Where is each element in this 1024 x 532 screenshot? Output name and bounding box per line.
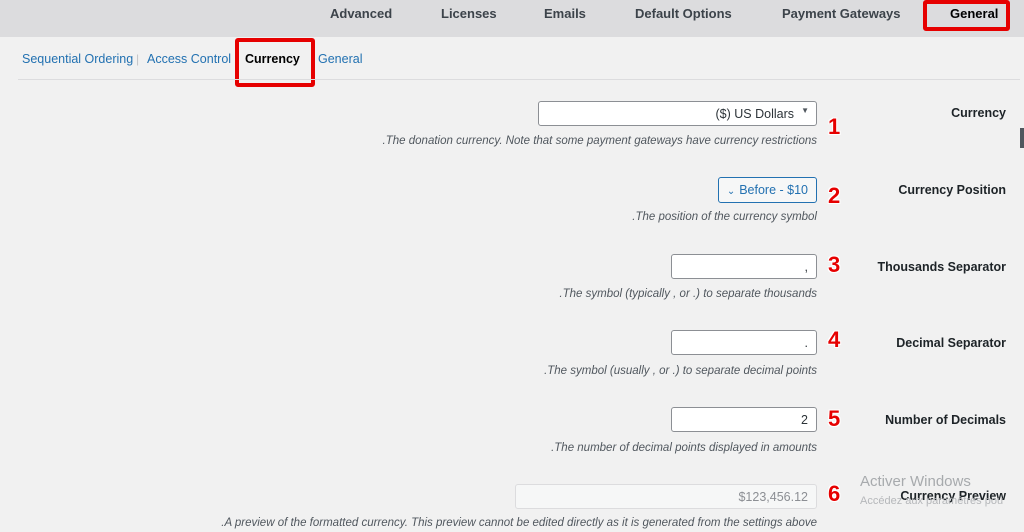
scrollbar-thumb[interactable] [1020, 128, 1024, 148]
tab-default-options[interactable]: Default Options [635, 6, 732, 21]
currency-preview-value: $123,456.12 [738, 490, 808, 504]
currency-select[interactable]: ($) US Dollars ▼ [538, 101, 817, 126]
decimal-separator-value: . [804, 336, 808, 350]
windows-activation-subtext: Accédez aux paramètres pou [860, 495, 1004, 507]
annotation-marker-2: 2 [828, 183, 841, 208]
chevron-down-icon: ⌄ [726, 186, 736, 197]
currency-preview-field: $123,456.12 [515, 484, 817, 509]
currency-position-select[interactable]: ⌄ Before - $10 [717, 177, 817, 203]
currency-position-value: Before - $10 [739, 183, 808, 197]
tab-advanced[interactable]: Advanced [330, 6, 392, 21]
highlight-general-tab [923, 0, 1010, 31]
currency-select-value: ($) US Dollars [715, 107, 795, 121]
subnav-separator: | [136, 52, 140, 66]
top-tab-bar: Advanced Licenses Emails Default Options… [0, 0, 1024, 37]
tab-licenses[interactable]: Licenses [441, 6, 497, 21]
divider [18, 79, 1020, 80]
currency-description: .The donation currency. Note that some p… [382, 135, 817, 147]
currency-preview-description: .A preview of the formatted currency. Th… [221, 517, 817, 529]
number-of-decimals-input[interactable]: 2 [671, 407, 817, 432]
decimal-separator-input[interactable]: . [671, 330, 817, 355]
thousands-separator-description: .The symbol (typically , or .) to separa… [559, 288, 817, 300]
annotation-marker-4: 4 [828, 327, 841, 352]
currency-position-label: Currency Position [898, 183, 1006, 197]
currency-position-description: .The position of the currency symbol [632, 211, 817, 223]
currency-label: Currency [951, 106, 1006, 120]
number-of-decimals-description: .The number of decimal points displayed … [551, 442, 817, 454]
annotation-marker-6: 6 [828, 481, 841, 506]
number-of-decimals-label: Number of Decimals [885, 413, 1006, 427]
subnav-sequential-ordering[interactable]: Sequential Ordering [22, 52, 133, 66]
sub-navigation: Sequential Ordering | Access Control Cur… [0, 37, 1024, 81]
subnav-access-control[interactable]: Access Control [147, 52, 231, 66]
number-of-decimals-value: 2 [801, 413, 808, 427]
caret-down-icon: ▼ [801, 106, 809, 115]
thousands-separator-input[interactable]: , [671, 254, 817, 279]
annotation-marker-3: 3 [828, 252, 841, 277]
decimal-separator-description: .The symbol (usually , or .) to separate… [544, 365, 817, 377]
thousands-separator-value: , [804, 260, 808, 274]
subnav-general[interactable]: General [318, 52, 362, 66]
windows-activation-watermark: Activer Windows [860, 473, 971, 490]
annotation-marker-5: 5 [828, 406, 841, 431]
tab-payment-gateways[interactable]: Payment Gateways [782, 6, 901, 21]
annotation-marker-1: 1 [828, 114, 841, 139]
thousands-separator-label: Thousands Separator [877, 260, 1007, 274]
tab-emails[interactable]: Emails [544, 6, 586, 21]
decimal-separator-label: Decimal Separator [896, 336, 1006, 350]
